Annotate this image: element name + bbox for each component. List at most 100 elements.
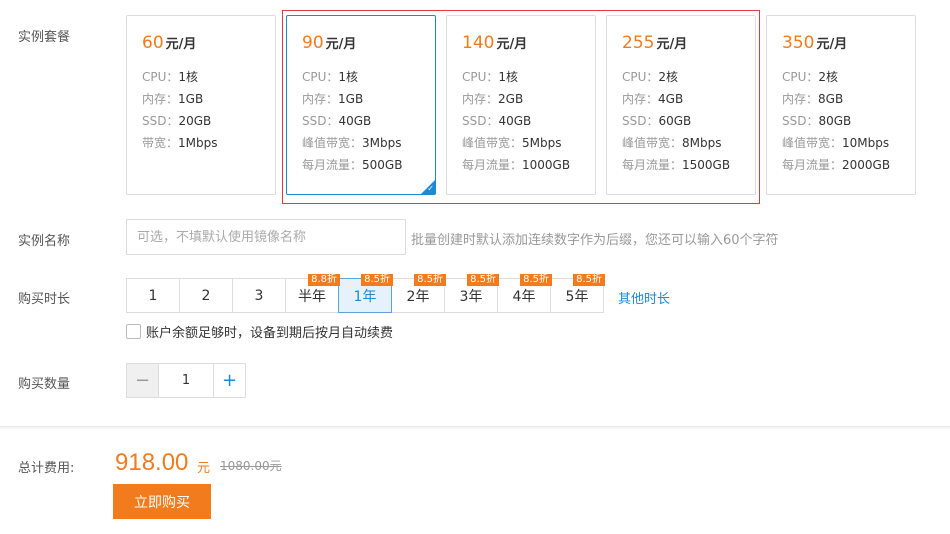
duration-option[interactable]: 5年 8.5折	[550, 274, 605, 313]
spec-value: 1500GB	[682, 158, 731, 172]
duration-option[interactable]: 4年 8.5折	[497, 274, 552, 313]
spec-value: 3Mbps	[362, 136, 402, 150]
discount-badge: 8.5折	[414, 274, 446, 286]
auto-renew-checkbox[interactable]	[126, 323, 141, 339]
total-price: 918.00	[115, 449, 189, 476]
spec-value: 8GB	[818, 92, 844, 106]
spec-key: SSD：	[302, 114, 339, 128]
plan-card[interactable]: 90 元/月 CPU：1核 内存：1GB SSD：40GB 峰值带宽：3Mbps 每月流量：…	[286, 15, 436, 195]
plan-price-unit: 元/月	[165, 37, 197, 52]
plan-spec-item: 峰值带宽：10Mbps	[782, 132, 890, 154]
buy-now-button[interactable]: 立即购买	[113, 484, 211, 519]
plan-specs: CPU：1核 内存：1GB SSD：20GB 带宽：1Mbps	[142, 66, 218, 154]
spec-key: CPU：	[622, 70, 659, 84]
plan-card[interactable]: 255 元/月 CPU：2核 内存：4GB SSD：60GB 峰值带宽：8Mbps 每月流量…	[606, 15, 756, 195]
spec-value: 500GB	[362, 158, 403, 172]
checkmark-icon: ✓	[427, 184, 434, 193]
other-duration-link[interactable]: 其他时长	[618, 288, 670, 307]
plan-spec-item: 每月流量：2000GB	[782, 154, 890, 176]
plan-spec-item: 内存：8GB	[782, 88, 890, 110]
plan-card[interactable]: 140 元/月 CPU：1核 内存：2GB SSD：40GB 峰值带宽：5Mbps 每月流量…	[446, 15, 596, 195]
spec-key: 内存：	[782, 92, 819, 106]
spec-value: 10Mbps	[842, 136, 890, 150]
plan-spec-item: CPU：1核	[462, 66, 570, 88]
plan-spec-item: CPU：1核	[142, 66, 218, 88]
spec-key: 每月流量：	[782, 158, 843, 172]
spec-key: 带宽：	[142, 136, 179, 150]
spec-key: SSD：	[462, 114, 499, 128]
duration-option[interactable]: 2	[179, 278, 233, 313]
total-label: 总计费用:	[18, 461, 75, 476]
quantity-input[interactable]	[159, 363, 213, 398]
spec-value: 1核	[338, 70, 359, 84]
plan-price-unit: 元/月	[656, 37, 688, 52]
spec-key: SSD：	[142, 114, 179, 128]
plan-specs: CPU：1核 内存：1GB SSD：40GB 峰值带宽：3Mbps 每月流量：500GB	[302, 66, 402, 176]
spec-value: 1Mbps	[178, 136, 218, 150]
spec-value: 40GB	[338, 114, 372, 128]
discount-badge: 8.8折	[308, 274, 340, 286]
plan-spec-item: SSD：60GB	[622, 110, 730, 132]
spec-key: 峰值带宽：	[622, 136, 683, 150]
quantity-label: 购买数量	[18, 377, 71, 392]
plan-specs: CPU：2核 内存：8GB SSD：80GB 峰值带宽：10Mbps 每月流量：2000…	[782, 66, 890, 176]
spec-key: 峰值带宽：	[302, 136, 363, 150]
duration-option-label: 1年	[353, 288, 377, 305]
duration-option-label: 3年	[459, 288, 483, 305]
name-hint: 批量创建时默认添加连续数字作为后缀，您还可以输入60个字符	[411, 233, 779, 248]
quantity-stepper: − +	[126, 363, 246, 398]
plan-specs: CPU：1核 内存：2GB SSD：40GB 峰值带宽：5Mbps 每月流量：1000G…	[462, 66, 570, 176]
plan-spec-item: 每月流量：1500GB	[622, 154, 730, 176]
spec-value: 8Mbps	[682, 136, 722, 150]
spec-value: 1GB	[178, 92, 204, 106]
plan-spec-item: 峰值带宽：8Mbps	[622, 132, 730, 154]
auto-renew-row: 账户余额足够时，设备到期后按月自动续费	[126, 322, 394, 341]
spec-key: CPU：	[142, 70, 179, 84]
duration-option[interactable]: 3年 8.5折	[444, 274, 499, 313]
spec-value: 5Mbps	[522, 136, 562, 150]
duration-option-label: 半年	[298, 288, 326, 305]
spec-value: 80GB	[818, 114, 852, 128]
plan-price-unit: 元/月	[325, 37, 357, 52]
plan-card[interactable]: 350 元/月 CPU：2核 内存：8GB SSD：80GB 峰值带宽：10Mbps 每月流…	[766, 15, 916, 195]
duration-option[interactable]: 2年 8.5折	[391, 274, 446, 313]
plan-price: 90 元/月	[302, 33, 356, 53]
spec-value: 2核	[818, 70, 839, 84]
duration-option[interactable]: 1年 8.5折	[338, 274, 393, 313]
duration-option[interactable]: 半年 8.8折	[285, 274, 340, 313]
plan-spec-item: 峰值带宽：5Mbps	[462, 132, 570, 154]
plan-price: 140 元/月	[462, 33, 527, 53]
spec-key: 内存：	[622, 92, 659, 106]
plan-card[interactable]: 60 元/月 CPU：1核 内存：1GB SSD：20GB 带宽：1Mbps	[126, 15, 276, 195]
plan-spec-item: SSD：20GB	[142, 110, 218, 132]
plus-icon[interactable]: +	[213, 363, 246, 398]
instance-name-input[interactable]	[126, 219, 406, 255]
total-unit: 元	[197, 461, 211, 476]
name-label: 实例名称	[18, 234, 71, 249]
plan-price-amount: 60	[142, 33, 164, 53]
plan-price-amount: 255	[622, 33, 655, 53]
spec-value: 1000GB	[522, 158, 571, 172]
plan-price-unit: 元/月	[816, 37, 848, 52]
plan-spec-item: CPU：1核	[302, 66, 402, 88]
plan-spec-item: CPU：2核	[782, 66, 890, 88]
duration-option-label: 2年	[406, 288, 430, 305]
spec-value: 1GB	[338, 92, 364, 106]
plan-spec-item: 内存：1GB	[302, 88, 402, 110]
spec-key: 每月流量：	[622, 158, 683, 172]
minus-icon[interactable]: −	[126, 363, 159, 398]
plan-price-amount: 140	[462, 33, 495, 53]
plan-spec-item: SSD：40GB	[462, 110, 570, 132]
auto-renew-label: 账户余额足够时，设备到期后按月自动续费	[146, 325, 394, 341]
spec-key: CPU：	[302, 70, 339, 84]
spec-key: CPU：	[782, 70, 819, 84]
duration-option[interactable]: 1	[126, 278, 180, 313]
footer-divider	[0, 426, 950, 430]
plan-spec-item: 每月流量：1000GB	[462, 154, 570, 176]
plan-spec-item: 内存：1GB	[142, 88, 218, 110]
duration-option[interactable]: 3	[232, 278, 286, 313]
spec-value: 20GB	[178, 114, 212, 128]
spec-value: 2GB	[498, 92, 524, 106]
plan-price-amount: 90	[302, 33, 324, 53]
plan-price: 255 元/月	[622, 33, 687, 53]
